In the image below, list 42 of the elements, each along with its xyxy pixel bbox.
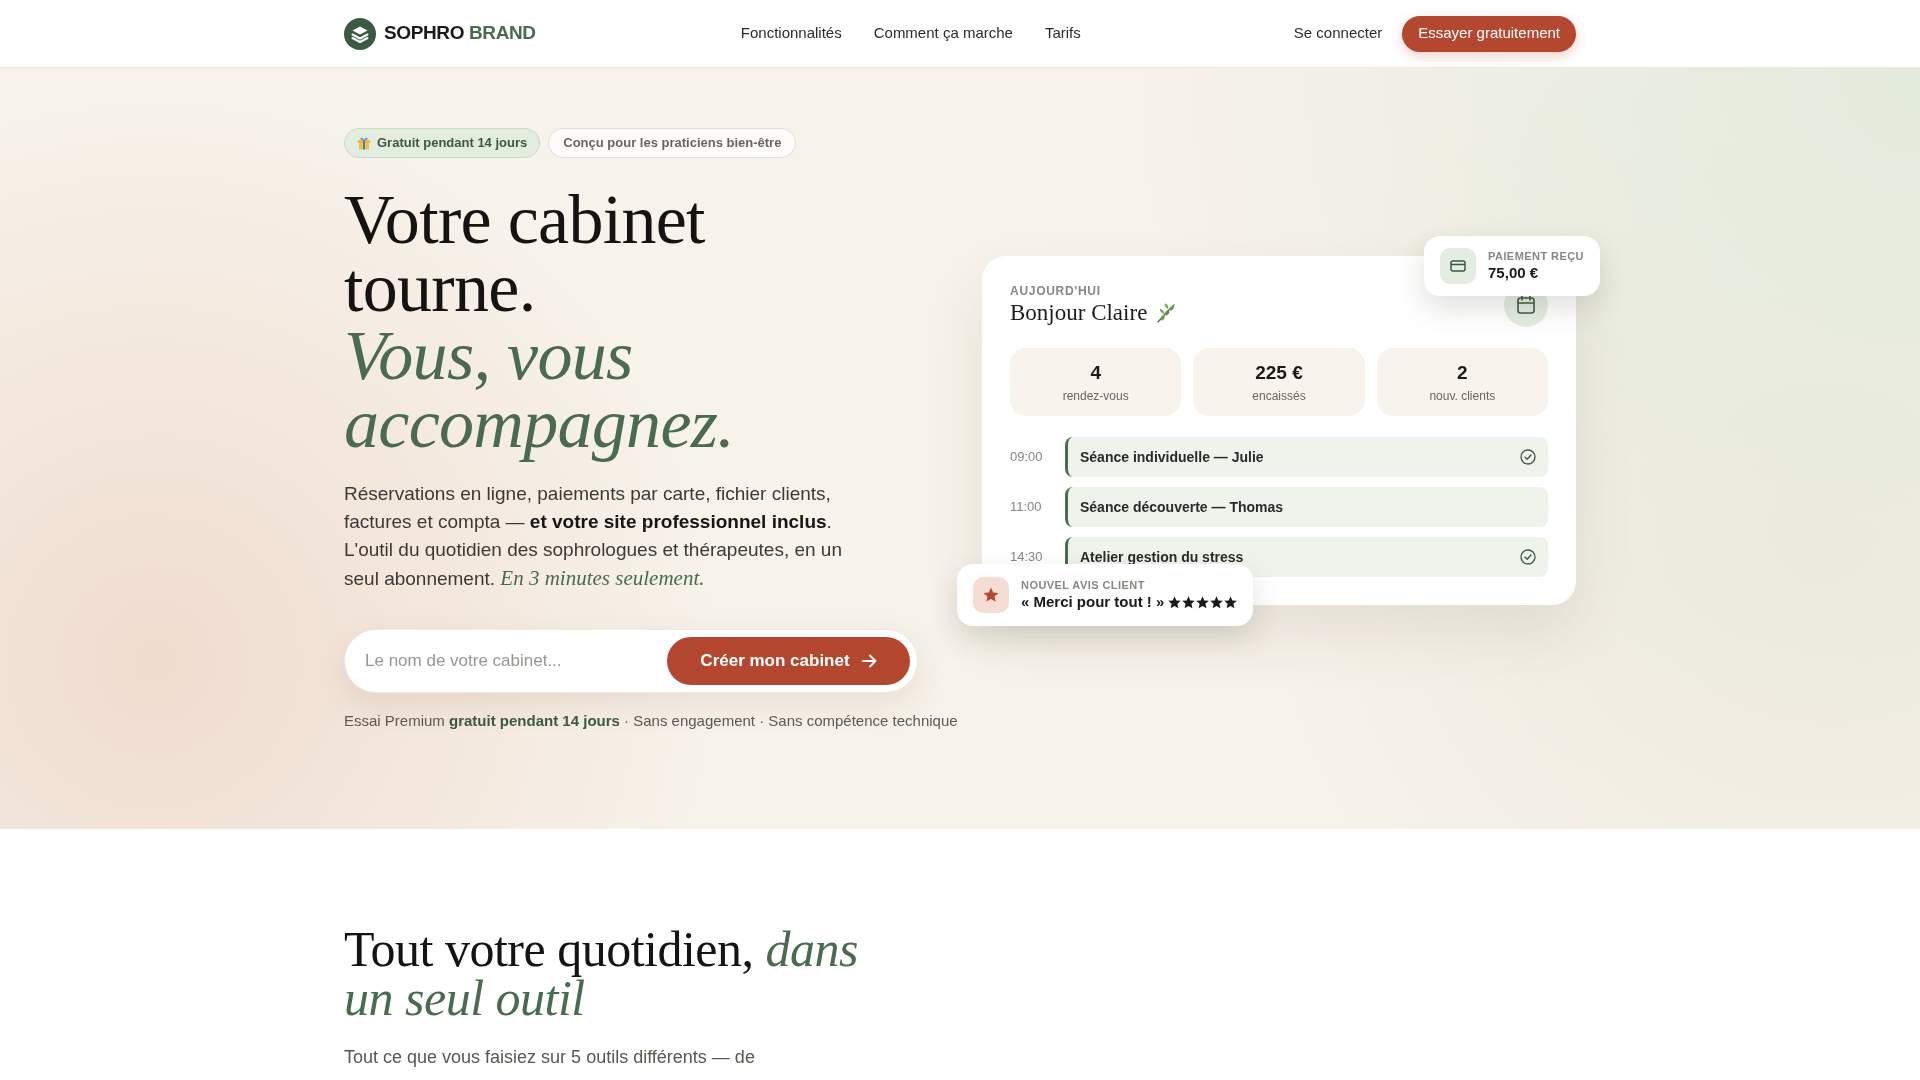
gift-icon	[357, 136, 371, 150]
payment-amount: 75,00 €	[1488, 263, 1540, 283]
trial-note: Essai Premium gratuit pendant 14 jours · Sans engagement · Sans compétence technique	[344, 711, 958, 731]
arrow-right-icon	[861, 654, 877, 668]
check-circle-icon	[1520, 449, 1536, 465]
login-link[interactable]: Se connecter	[1285, 22, 1391, 45]
stat-label: encaissés	[1252, 387, 1306, 404]
rating-star-icon	[1210, 595, 1224, 609]
notification-label: NOUVEL AVIS CLIENT	[1021, 578, 1146, 592]
appointment-title: Séance individuelle — Julie	[1080, 447, 1264, 467]
stat-label: nouv. clients	[1429, 387, 1496, 404]
free-trial-button[interactable]: Essayer gratuitement	[1402, 15, 1576, 52]
logo-icon[interactable]	[344, 17, 376, 50]
trial-tag-text: Gratuit pendant 14 jours	[377, 134, 528, 153]
section-heading: Tout votre quotidien, dans un seul outil	[344, 925, 859, 1023]
notification-label: PAIEMENT REÇU	[1488, 249, 1584, 263]
nav-link[interactable]: Fonctionnalités	[740, 22, 842, 45]
appointment-time: 14:30	[1010, 548, 1044, 567]
rating-star-icon	[1182, 595, 1196, 609]
check-circle-icon	[1520, 549, 1536, 565]
audience-tag: Conçu pour les praticiens bien-être	[548, 128, 797, 158]
appointment-title: Atelier gestion du stress	[1080, 547, 1244, 567]
nav-link[interactable]: Comment ça marche	[873, 22, 1013, 45]
create-cabinet-button[interactable]: Créer mon cabinet	[667, 637, 910, 685]
stat-value: 2	[1457, 360, 1468, 385]
stat-value: 4	[1090, 360, 1101, 385]
rating-star-icon	[1168, 595, 1182, 609]
nav-link[interactable]: Tarifs	[1044, 22, 1081, 45]
brand-name[interactable]: SOPHRO BRAND	[384, 19, 536, 48]
section-description: Tout ce que vous faisiez sur 5 outils différents — de	[344, 1046, 755, 1069]
appointment-time: 09:00	[1010, 448, 1044, 467]
rating-star-icon	[1224, 595, 1238, 609]
date-label: AUJOURD'HUI	[1010, 283, 1102, 299]
hero-description: Réservations en ligne, paiements par carte, fichier clients, factures et compta — et votre site professionnel inclus. L'outil du quotidien des sophrologues et thérapeutes, en un seul abonnement. En 3 minutes seulement.	[344, 482, 843, 592]
stat-label: rendez-vous	[1062, 387, 1129, 404]
review-quote: « Merci pour tout ! »	[1021, 592, 1165, 612]
credit-card-icon	[1440, 248, 1477, 284]
appointment-time: 11:00	[1010, 498, 1043, 517]
stat-value: 225 €	[1255, 360, 1303, 385]
greeting: Bonjour Claire	[1010, 299, 1148, 327]
appointment-title: Séance découverte — Thomas	[1080, 497, 1284, 517]
rating-star-icon	[1196, 595, 1210, 609]
